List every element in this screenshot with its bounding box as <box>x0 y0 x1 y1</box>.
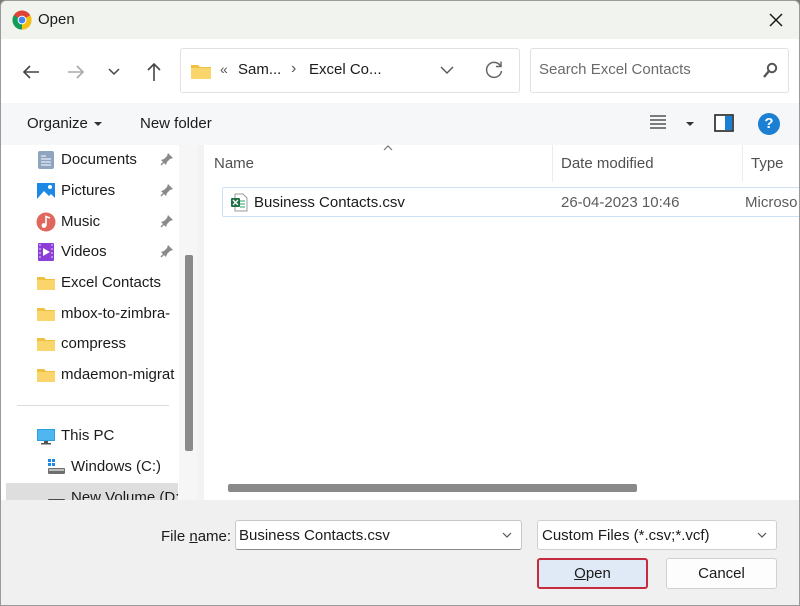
column-label: Type <box>751 155 784 172</box>
sidebar-item-label: New Volume (D: <box>71 489 179 500</box>
dialog-footer: File name: Custom Files (*.csv;*.vcf) Op… <box>1 500 799 605</box>
file-type: Microso <box>745 194 798 211</box>
refresh-icon[interactable] <box>483 59 505 81</box>
new-folder-button[interactable]: New folder <box>140 115 212 132</box>
folder-icon <box>37 338 55 351</box>
arrow-right-icon <box>68 65 85 79</box>
dialog-title: Open <box>38 11 75 28</box>
chevron-down-icon <box>108 68 120 76</box>
file-type-value: Custom Files (*.csv;*.vcf) <box>542 527 710 544</box>
column-label: Name <box>214 155 255 172</box>
recent-locations-button[interactable] <box>99 57 129 87</box>
file-type-select[interactable]: Custom Files (*.csv;*.vcf) <box>537 520 777 550</box>
pin-icon[interactable] <box>160 152 174 166</box>
file-name-combobox[interactable] <box>235 520 522 550</box>
close-icon <box>769 13 783 27</box>
documents-icon <box>38 151 54 169</box>
sidebar-item-label: mbox-to-zimbra- <box>61 305 171 322</box>
sidebar-item-mbox-to-zimbra[interactable]: mbox-to-zimbra- <box>6 299 178 329</box>
pictures-icon <box>37 183 55 199</box>
breadcrumb-separator: › <box>291 60 297 77</box>
address-overflow[interactable]: « <box>220 61 228 77</box>
address-history-chevron-icon[interactable] <box>439 63 455 77</box>
up-button[interactable] <box>139 57 169 87</box>
column-header-date-modified[interactable]: Date modified <box>552 145 742 182</box>
open-file-dialog: Open « Sam... › Excel Co... Search Excel… <box>0 0 800 606</box>
drive-icon <box>48 499 65 500</box>
sidebar-item-label: This PC <box>61 427 115 444</box>
sidebar-item-label: compress <box>61 335 127 352</box>
sidebar-item-music[interactable]: Music <box>6 207 178 237</box>
folder-icon <box>37 308 55 321</box>
computer-icon <box>37 429 55 445</box>
excel-csv-icon <box>231 193 248 212</box>
sort-ascending-icon <box>383 145 393 151</box>
navigation-pane: Documents Pictures Music Videos Excel Co… <box>1 145 197 500</box>
list-view-icon[interactable] <box>649 113 667 131</box>
forward-button[interactable] <box>61 57 91 87</box>
arrow-up-icon <box>147 62 161 81</box>
pin-icon[interactable] <box>160 214 174 228</box>
chevron-down-icon <box>757 532 767 538</box>
pin-icon[interactable] <box>160 244 174 258</box>
breadcrumb-sample[interactable]: Sam... <box>238 61 281 78</box>
file-list-pane: Name Date modified Type Business Contact… <box>204 145 799 500</box>
arrow-left-icon <box>22 65 39 79</box>
organize-label: Organize <box>27 115 88 132</box>
organize-button[interactable]: Organize <box>27 115 102 132</box>
sidebar-divider <box>17 405 169 406</box>
sidebar-item-new-volume-d[interactable]: New Volume (D: <box>6 483 179 500</box>
search-icon[interactable] <box>762 62 778 80</box>
file-name-input[interactable] <box>239 527 494 544</box>
sidebar-item-label: Windows (C:) <box>71 458 162 475</box>
drive-icon <box>48 459 65 474</box>
open-button[interactable]: Open <box>537 558 648 589</box>
folder-icon <box>191 65 211 79</box>
cancel-button[interactable]: Cancel <box>666 558 777 589</box>
videos-icon <box>38 243 54 261</box>
pin-icon[interactable] <box>160 183 174 197</box>
back-button[interactable] <box>16 57 46 87</box>
sidebar-item-videos[interactable]: Videos <box>6 237 178 267</box>
sidebar-item-pictures[interactable]: Pictures <box>6 176 178 206</box>
column-header-name[interactable]: Name <box>204 145 552 182</box>
column-label: Date modified <box>561 155 654 172</box>
preview-pane-icon[interactable] <box>714 114 734 132</box>
title-bar: Open <box>1 1 799 39</box>
file-row[interactable]: Business Contacts.csv 26-04-2023 10:46 M… <box>222 187 799 217</box>
caret-down-icon <box>93 122 102 127</box>
sidebar-item-label: Excel Contacts <box>61 274 162 291</box>
close-button[interactable] <box>753 1 799 39</box>
column-header-type[interactable]: Type <box>742 145 799 182</box>
breadcrumb-excel-contacts[interactable]: Excel Co... <box>309 61 382 78</box>
chevron-down-icon[interactable] <box>501 530 513 540</box>
chrome-icon <box>12 10 32 30</box>
sidebar-scrollbar-thumb[interactable] <box>185 255 193 451</box>
new-folder-label: New folder <box>140 115 212 132</box>
sidebar-item-this-pc[interactable]: This PC <box>6 421 178 451</box>
address-bar[interactable]: « Sam... › Excel Co... <box>180 48 520 93</box>
file-name-label: File name: <box>161 528 232 545</box>
search-box[interactable] <box>530 48 789 93</box>
command-bar: Organize New folder ? <box>1 103 799 145</box>
file-date-modified: 26-04-2023 10:46 <box>561 194 680 211</box>
help-button[interactable]: ? <box>758 113 780 135</box>
sidebar-item-label: mdaemon-migrat <box>61 366 175 383</box>
view-options-caret-icon[interactable] <box>686 122 694 126</box>
file-name: Business Contacts.csv <box>254 194 405 211</box>
search-input[interactable] <box>539 61 749 78</box>
sidebar-item-excel-contacts[interactable]: Excel Contacts <box>6 268 178 298</box>
folder-icon <box>37 369 55 382</box>
navigation-bar: « Sam... › Excel Co... <box>1 39 799 103</box>
music-icon <box>36 212 56 232</box>
folder-icon <box>37 277 55 290</box>
sidebar-item-compress[interactable]: compress <box>6 329 178 359</box>
sidebar-item-documents[interactable]: Documents <box>6 145 178 175</box>
horizontal-scrollbar-thumb[interactable] <box>228 484 637 492</box>
sidebar-item-mdaemon-migrat[interactable]: mdaemon-migrat <box>6 360 178 390</box>
sidebar-item-windows-c[interactable]: Windows (C:) <box>6 452 178 482</box>
